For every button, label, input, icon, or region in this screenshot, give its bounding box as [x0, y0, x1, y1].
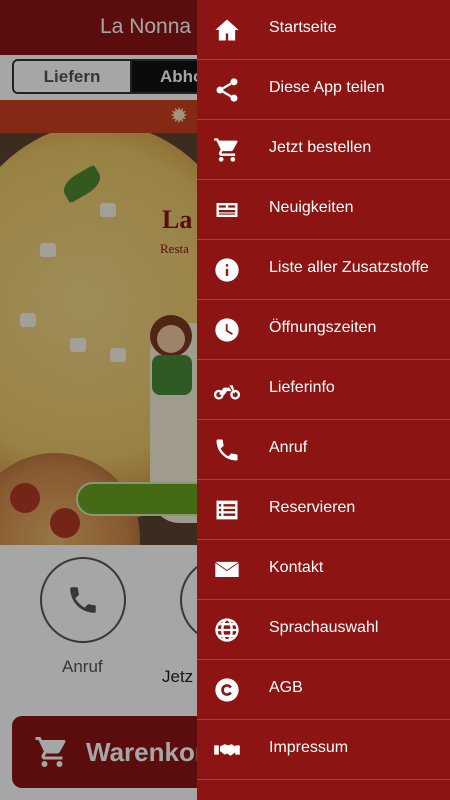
menu-label: Liste aller Zusatzstoffe	[269, 259, 429, 276]
menu-item-startseite[interactable]: Startseite	[197, 0, 450, 60]
menu-label: AGB	[269, 679, 303, 696]
menu-item-additives[interactable]: Liste aller Zusatzstoffe	[197, 240, 450, 300]
menu-item-terms[interactable]: AGB	[197, 660, 450, 720]
menu-label: Jetzt bestellen	[269, 139, 372, 156]
menu-item-order[interactable]: Jetzt bestellen	[197, 120, 450, 180]
phone-icon	[211, 434, 243, 466]
motorcycle-icon	[211, 374, 243, 406]
menu-item-call[interactable]: Anruf	[197, 420, 450, 480]
menu-item-contact[interactable]: Kontakt	[197, 540, 450, 600]
list-icon	[211, 494, 243, 526]
globe-icon	[211, 614, 243, 646]
app-root: La Nonna R Liefern Abho ✹ La Resta Anruf…	[0, 0, 450, 800]
copyright-icon	[211, 674, 243, 706]
menu-label: Kontakt	[269, 559, 324, 576]
clock-icon	[211, 314, 243, 346]
menu-label: Impressum	[269, 739, 349, 756]
menu-item-reserve[interactable]: Reservieren	[197, 480, 450, 540]
handshake-icon	[211, 734, 243, 766]
menu-label: Startseite	[269, 19, 337, 36]
menu-item-share[interactable]: Diese App teilen	[197, 60, 450, 120]
menu-item-opening-hours[interactable]: Öffnungszeiten	[197, 300, 450, 360]
menu-label: Reservieren	[269, 499, 356, 516]
info-icon	[211, 254, 243, 286]
menu-label: Öffnungszeiten	[269, 319, 377, 336]
menu-label: Sprachauswahl	[269, 619, 379, 636]
menu-label: Lieferinfo	[269, 379, 335, 396]
menu-item-imprint[interactable]: Impressum	[197, 720, 450, 780]
menu-item-news[interactable]: Neuigkeiten	[197, 180, 450, 240]
menu-label: Neuigkeiten	[269, 199, 354, 216]
menu-item-language[interactable]: Sprachauswahl	[197, 600, 450, 660]
menu-label: Diese App teilen	[269, 79, 385, 96]
menu-item-delivery-info[interactable]: Lieferinfo	[197, 360, 450, 420]
newspaper-icon	[211, 194, 243, 226]
cart-icon	[211, 134, 243, 166]
menu-label: Anruf	[269, 439, 308, 456]
navigation-drawer: Startseite Diese App teilen Jetzt bestel…	[197, 0, 450, 800]
home-icon	[211, 14, 243, 46]
envelope-icon	[211, 554, 243, 586]
share-icon	[211, 74, 243, 106]
